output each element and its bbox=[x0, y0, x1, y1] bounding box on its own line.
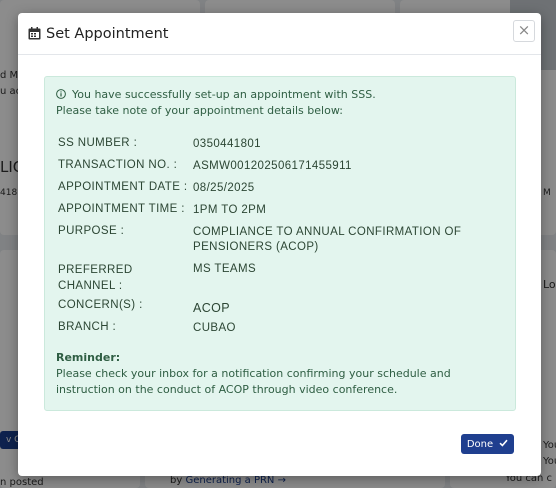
detail-label: PURPOSE : bbox=[58, 225, 125, 237]
detail-value: ACOP bbox=[193, 301, 231, 315]
detail-label: PREFERRED CHANNEL : bbox=[58, 264, 133, 292]
detail-label: APPOINTMENT TIME : bbox=[58, 203, 185, 215]
done-button-label: Done bbox=[466, 438, 494, 450]
note-message: Please take note of your appointment det… bbox=[56, 104, 343, 117]
detail-label: BRANCH : bbox=[58, 321, 117, 333]
success-message-line: You have successfully set-up an appointm… bbox=[56, 88, 376, 101]
modal-title: Set Appointment bbox=[46, 25, 169, 42]
detail-value: 1PM TO 2PM bbox=[193, 204, 267, 216]
info-icon bbox=[56, 89, 66, 99]
close-button[interactable]: × bbox=[513, 20, 535, 42]
detail-label: APPOINTMENT DATE : bbox=[58, 181, 188, 193]
detail-value: CUBAO bbox=[193, 322, 236, 334]
detail-label: SS NUMBER : bbox=[58, 137, 138, 149]
reminder-text: Please check your inbox for a notificati… bbox=[56, 367, 451, 396]
success-message: You have successfully set-up an appointm… bbox=[72, 88, 376, 101]
detail-value: ASMW001202506171455911 bbox=[193, 160, 352, 172]
calendar-icon bbox=[28, 27, 41, 40]
modal-header: Set Appointment × bbox=[18, 13, 541, 55]
detail-label: TRANSACTION NO. : bbox=[58, 159, 178, 171]
detail-value: 0350441801 bbox=[193, 138, 261, 150]
reminder-heading: Reminder: bbox=[56, 351, 121, 364]
detail-value: 08/25/2025 bbox=[193, 182, 255, 194]
detail-value: COMPLIANCE TO ANNUAL CONFIRMATION OF PEN… bbox=[193, 226, 462, 253]
close-icon: × bbox=[517, 21, 531, 39]
checkmark-icon bbox=[499, 439, 508, 450]
detail-value: MS TEAMS bbox=[193, 263, 257, 275]
set-appointment-modal: Set Appointment × You have successfully … bbox=[18, 13, 541, 476]
detail-label: CONCERN(S) : bbox=[58, 299, 143, 311]
done-button[interactable]: Done bbox=[461, 434, 514, 454]
appointment-confirmation-box: You have successfully set-up an appointm… bbox=[44, 76, 516, 411]
